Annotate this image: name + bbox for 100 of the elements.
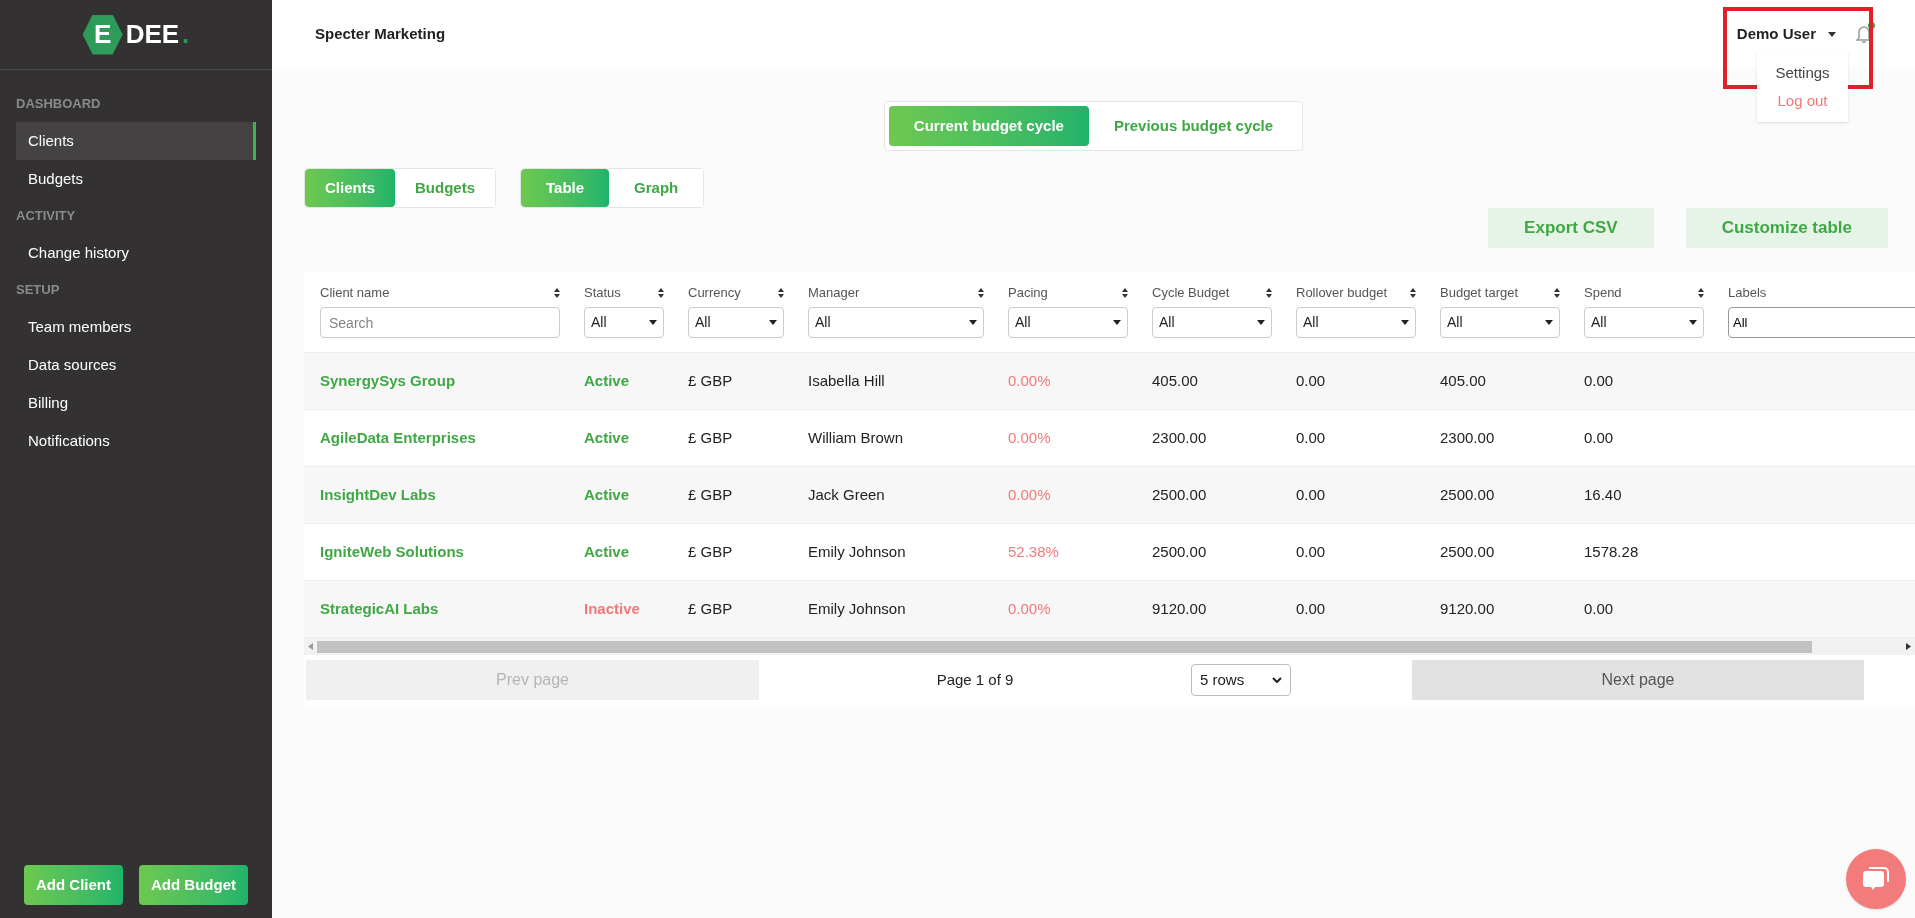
nav-item[interactable]: Clients [16, 122, 256, 160]
table-cell-text: 0.00 [1296, 484, 1327, 505]
table-cell-text: Emily Johnson [808, 598, 907, 619]
logo-text: DEE [125, 18, 180, 51]
column-header: Spend [1584, 284, 1622, 303]
search-field[interactable]: Search [320, 307, 560, 338]
status-text: Active [584, 427, 631, 448]
table-cell-text: £ GBP [688, 598, 734, 619]
sort-icon[interactable] [1410, 288, 1416, 298]
table-cell-text: 0.00% [1008, 484, 1052, 505]
chat-bubble-icon [1862, 866, 1890, 892]
table-cell-text: 0.00% [1008, 598, 1052, 619]
section-heading: SETUP [16, 281, 61, 300]
table-cell-text: Jack Green [808, 484, 886, 505]
chat-button[interactable] [1846, 849, 1906, 909]
section-heading: DASHBOARD [16, 95, 102, 114]
rows-per-page-dropdown[interactable]: 5 rows [1191, 664, 1291, 696]
sort-icon[interactable] [1554, 288, 1560, 298]
page-button: Prev page [306, 660, 759, 700]
table-cell-text: 9120.00 [1440, 598, 1496, 619]
table-cell-text: 2500.00 [1152, 541, 1208, 562]
table-cell-text: £ GBP [688, 370, 734, 391]
nav-item[interactable]: Change history [16, 234, 256, 272]
horizontal-scrollbar[interactable] [304, 638, 1915, 655]
caret-icon [1545, 320, 1553, 325]
column-header: Currency [688, 284, 741, 303]
table-cell-text: 0.00 [1584, 598, 1615, 619]
sort-icon[interactable] [658, 288, 664, 298]
table-cell-text: 405.00 [1440, 370, 1487, 391]
table-cell-text: Emily Johnson [808, 541, 907, 562]
scroll-right-icon[interactable] [1906, 643, 1911, 650]
caret-icon [1401, 320, 1409, 325]
sort-icon[interactable] [778, 288, 784, 298]
table-cell-text: 0.00 [1296, 427, 1327, 448]
status-text: Active [584, 370, 631, 391]
table-cell-text: 2500.00 [1440, 541, 1496, 562]
filter-dropdown[interactable]: All [1440, 307, 1560, 338]
page-indicator: Page 1 of 9 [935, 669, 1015, 690]
column-header: Manager [808, 284, 860, 303]
labels-filter-field[interactable]: All [1728, 307, 1915, 338]
table-cell-text: 0.00 [1296, 370, 1327, 391]
table-cell-text: 405.00 [1152, 370, 1199, 391]
user-menu-button[interactable]: Demo User [1736, 22, 1836, 46]
sort-icon[interactable] [1698, 288, 1704, 298]
table-cell-text: 0.00% [1008, 427, 1052, 448]
status-text: Active [584, 484, 631, 505]
column-header: Labels [1728, 284, 1767, 303]
caret-icon [969, 320, 977, 325]
filter-dropdown[interactable]: All [1584, 307, 1704, 338]
table-cell-text: £ GBP [688, 484, 734, 505]
sort-icon[interactable] [554, 288, 560, 298]
caret-icon [1113, 320, 1121, 325]
sort-icon[interactable] [1266, 288, 1272, 298]
menu-item[interactable]: Settings [1775, 62, 1830, 85]
table-cell-text: 2500.00 [1440, 484, 1496, 505]
column-header: Cycle Budget [1152, 284, 1230, 303]
nav-item[interactable]: Notifications [16, 422, 256, 460]
caret-icon [1828, 31, 1836, 37]
table-cell-text: 0.00% [1008, 370, 1052, 391]
table-cell-text: 1578.28 [1584, 541, 1640, 562]
column-header: Budget target [1440, 284, 1519, 303]
table-cell-text: William Brown [808, 427, 904, 448]
company-name: Specter Marketing [315, 23, 446, 44]
column-header: Rollover budget [1296, 284, 1388, 303]
table-cell-text: 2500.00 [1152, 484, 1208, 505]
table-cell-text: 0.00 [1296, 598, 1327, 619]
status-text: Active [584, 541, 631, 562]
sort-icon[interactable] [978, 288, 984, 298]
table-cell-text: 2300.00 [1440, 427, 1496, 448]
nav-item[interactable]: Billing [16, 384, 256, 422]
nav-item[interactable]: Data sources [16, 346, 256, 384]
caret-icon [769, 320, 777, 325]
logo-dot: . [182, 18, 190, 51]
filter-dropdown[interactable]: All [1008, 307, 1128, 338]
table-cell-text: 0.00 [1296, 541, 1327, 562]
caret-icon [1689, 320, 1697, 325]
chevron-down-icon [1272, 677, 1282, 683]
filter-dropdown[interactable]: All [1296, 307, 1416, 338]
bell-icon[interactable] [1856, 24, 1872, 44]
filter-dropdown[interactable]: All [1152, 307, 1272, 338]
nav-item[interactable]: Team members [16, 308, 256, 346]
section-heading: ACTIVITY [16, 207, 77, 226]
sort-icon[interactable] [1122, 288, 1128, 298]
table-cell-text: £ GBP [688, 541, 734, 562]
table-cell-text: 52.38% [1008, 541, 1060, 562]
table-cell-text: Isabella Hill [808, 370, 886, 391]
filter-dropdown[interactable]: All [688, 307, 784, 338]
filter-dropdown[interactable]: All [808, 307, 984, 338]
table-cell-text: 0.00 [1584, 427, 1615, 448]
filter-dropdown[interactable]: All [584, 307, 664, 338]
caret-icon [1257, 320, 1265, 325]
nav-item[interactable]: Budgets [16, 160, 256, 198]
page-button[interactable]: Next page [1412, 660, 1864, 700]
table-cell-text: 9120.00 [1152, 598, 1208, 619]
scrollbar-thumb[interactable] [317, 640, 1812, 653]
status-text: Inactive [584, 598, 641, 619]
column-header: Client name [320, 284, 390, 303]
column-header: Status [584, 284, 621, 303]
table-cell-text: 2300.00 [1152, 427, 1208, 448]
table-cell-text: 0.00 [1584, 370, 1615, 391]
